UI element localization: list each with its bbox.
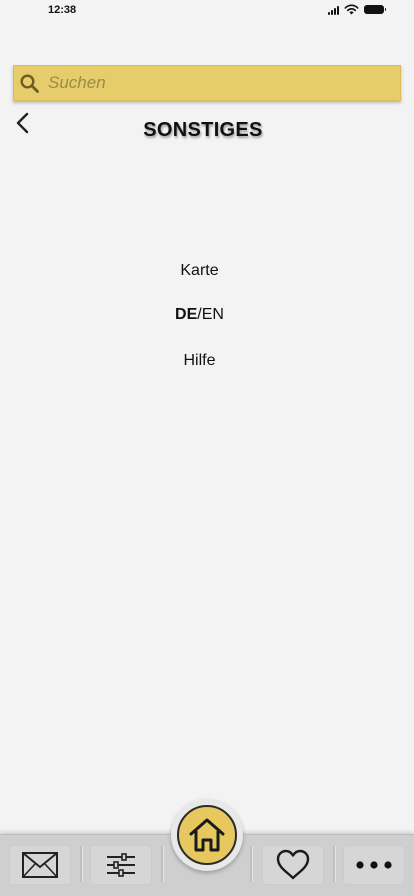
home-icon xyxy=(189,818,225,852)
screen: 12:38 SONSTIGES Karte DE/EN Hilfe xyxy=(0,0,414,896)
page-title: SONSTIGES xyxy=(143,119,263,141)
status-bar: 12:38 xyxy=(0,0,414,24)
nav-home-button[interactable] xyxy=(177,805,237,865)
wifi-icon xyxy=(344,4,359,15)
nav-divider xyxy=(80,846,82,882)
language-de[interactable]: DE xyxy=(175,306,197,323)
status-icons xyxy=(328,4,386,15)
search-bar xyxy=(13,65,401,101)
nav-divider xyxy=(250,846,252,882)
nav-more-button[interactable] xyxy=(343,845,405,885)
search-icon xyxy=(20,74,39,93)
status-time: 12:38 xyxy=(48,4,77,16)
heart-icon xyxy=(276,849,310,880)
nav-divider xyxy=(333,846,335,882)
language-toggle[interactable]: DE/EN xyxy=(0,306,399,324)
sliders-icon xyxy=(107,853,135,877)
nav-filter-button[interactable] xyxy=(90,845,152,885)
nav-mail-button[interactable] xyxy=(9,845,71,885)
search-input[interactable] xyxy=(48,66,388,100)
nav-favorites-button[interactable] xyxy=(262,845,324,885)
language-en[interactable]: EN xyxy=(202,306,224,323)
more-icon xyxy=(356,861,392,869)
signal-icon xyxy=(328,5,339,15)
menu-item-map[interactable]: Karte xyxy=(0,262,399,280)
menu-item-help[interactable]: Hilfe xyxy=(0,352,399,370)
mail-icon xyxy=(22,852,58,878)
battery-icon xyxy=(364,5,386,14)
nav-divider xyxy=(161,846,163,882)
